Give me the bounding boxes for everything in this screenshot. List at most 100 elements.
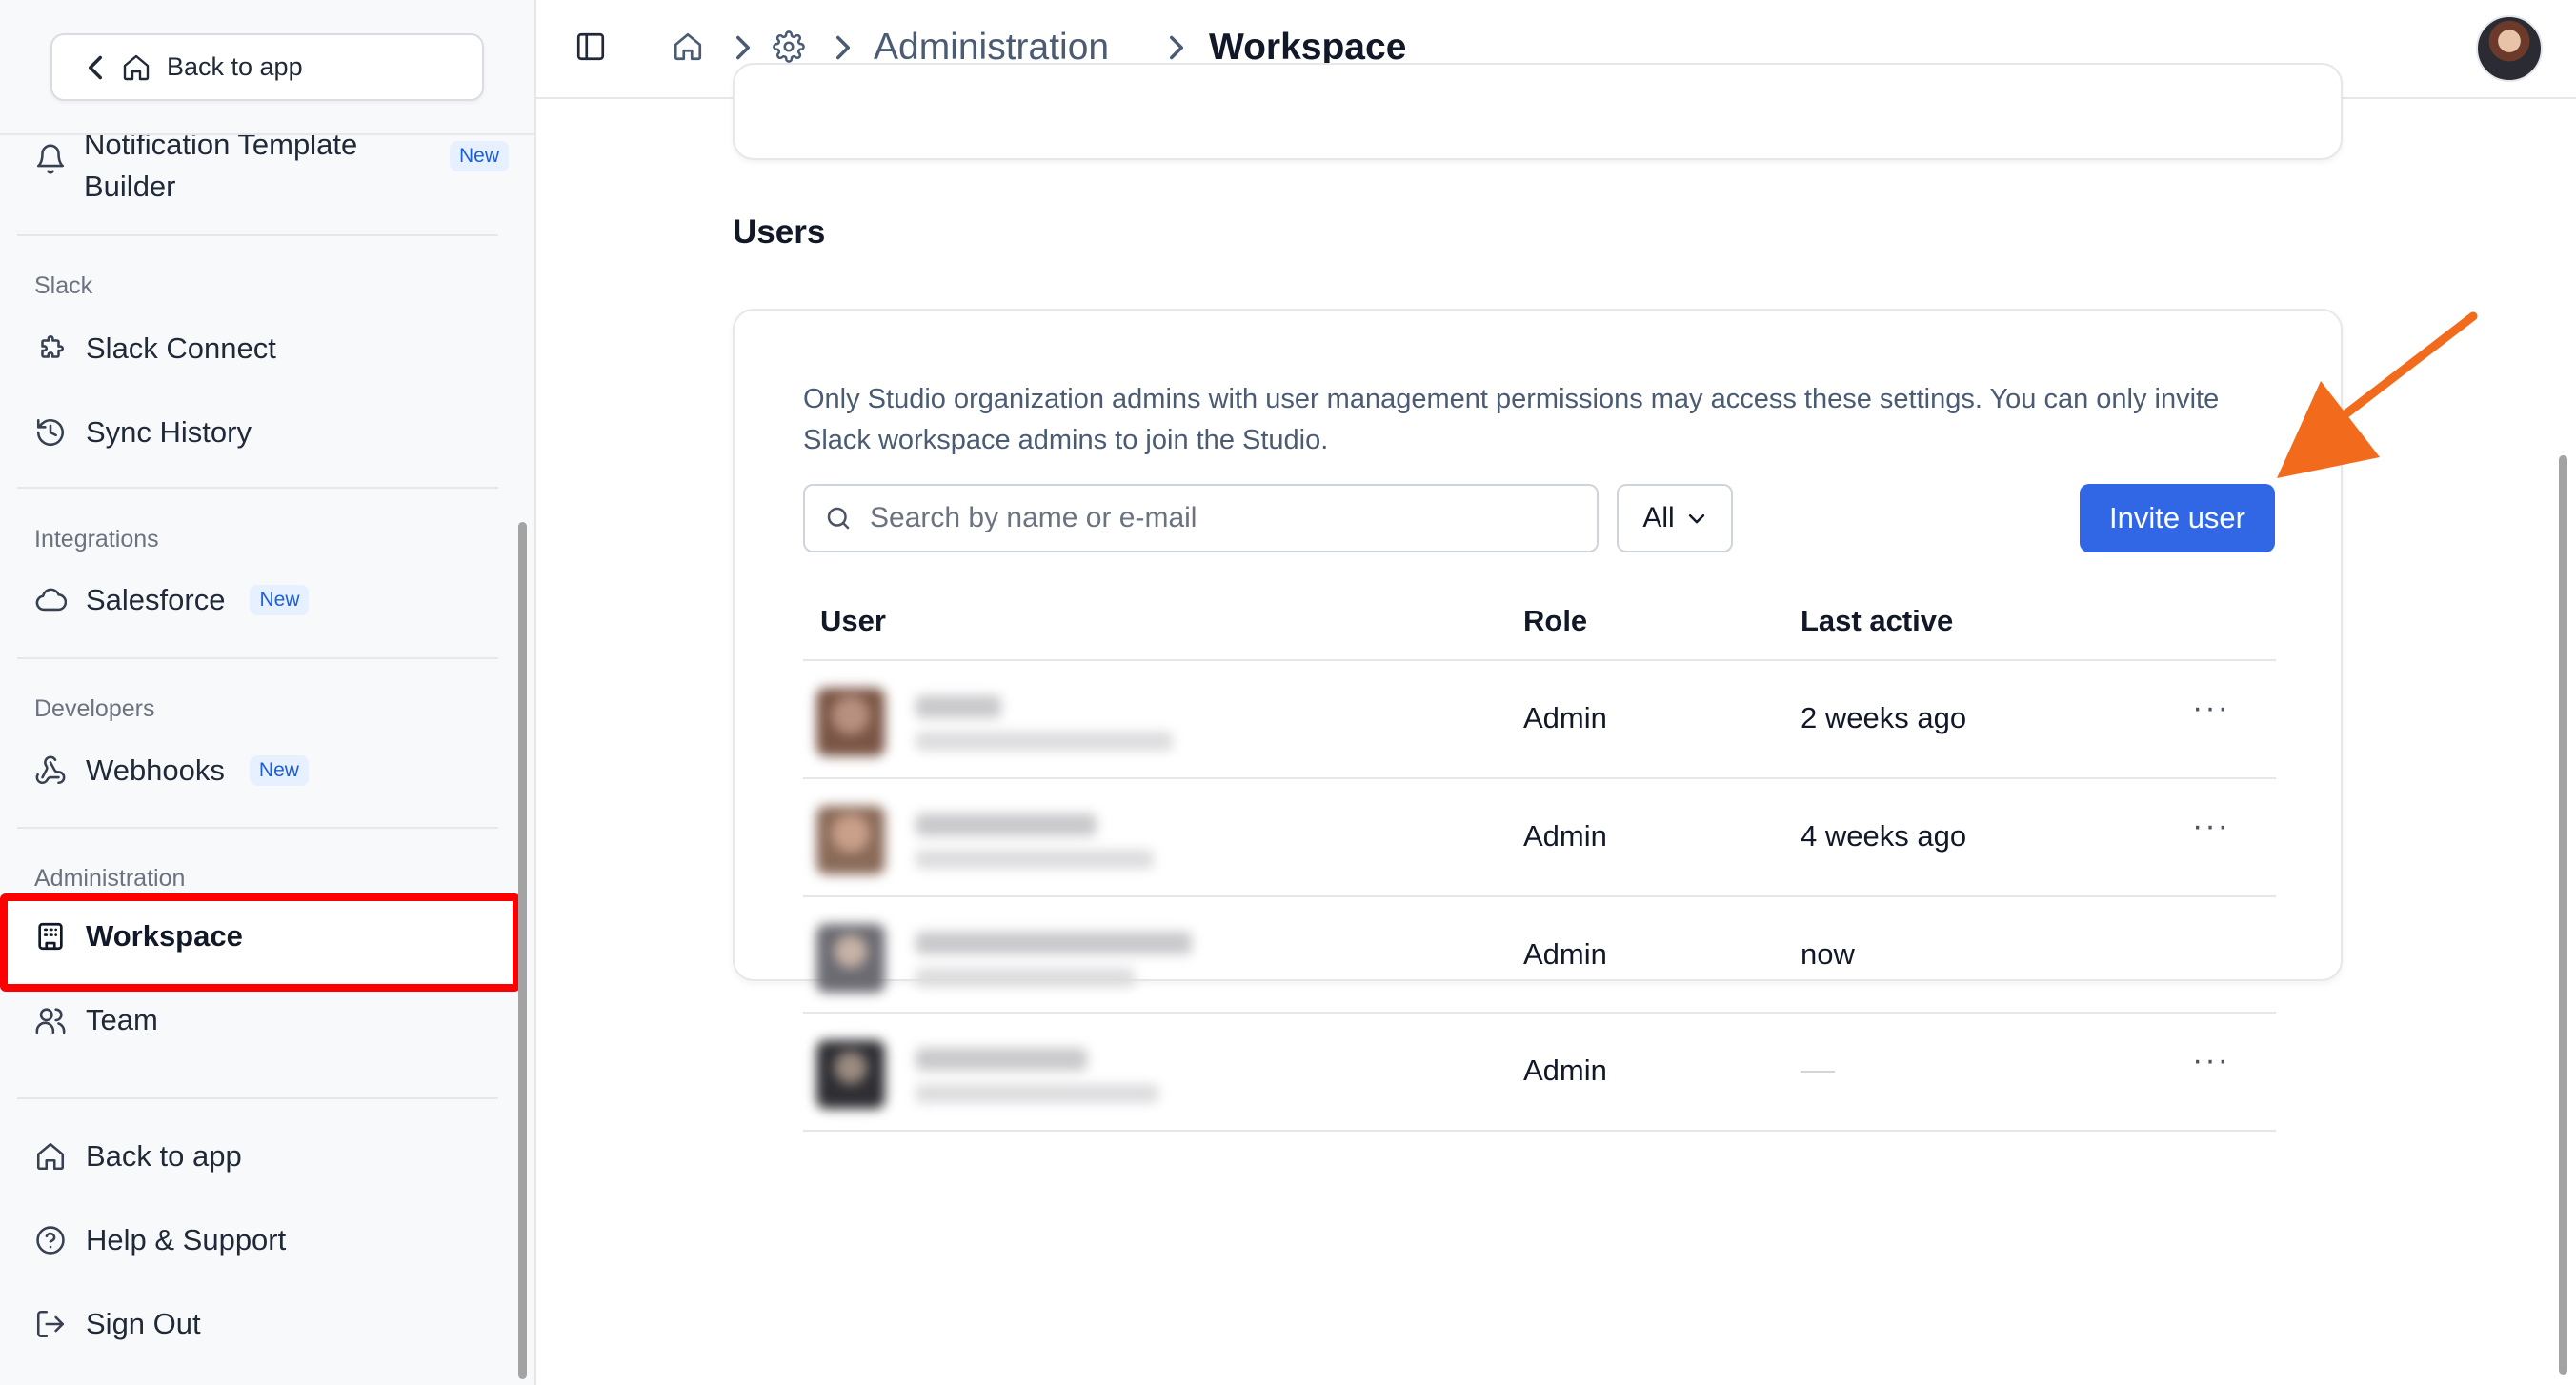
user-last-active: 4 weeks ago <box>1801 819 1967 853</box>
history-icon <box>36 418 65 447</box>
sidebar-item-sign-out[interactable]: Sign Out <box>34 1307 201 1341</box>
section-label-developers: Developers <box>34 695 155 722</box>
main-content: Users Only Studio organization admins wi… <box>536 63 2576 1385</box>
back-to-app-label: Back to app <box>167 52 303 81</box>
divider <box>17 234 498 236</box>
sidebar-item-workspace[interactable]: Workspace <box>34 919 243 953</box>
row-more-menu[interactable]: ··· <box>2192 808 2230 845</box>
column-header-user: User <box>820 604 886 637</box>
main-scrollbar[interactable] <box>2559 455 2567 1375</box>
sidebar-item-back-to-app[interactable]: Back to app <box>34 1139 242 1174</box>
sidebar-item-label: Help & Support <box>86 1223 287 1256</box>
chevron-right-icon <box>736 35 750 60</box>
section-label-administration: Administration <box>34 865 186 892</box>
sidebar-item-label: Workspace <box>86 919 243 953</box>
user-role: Admin <box>1523 1054 1607 1087</box>
user-role: Admin <box>1523 701 1607 734</box>
sidebar-item-sync-history[interactable]: Sync History <box>34 415 252 450</box>
help-circle-icon <box>36 1226 65 1255</box>
sidebar-item-slack-connect[interactable]: Slack Connect <box>34 331 276 366</box>
divider <box>17 1097 498 1099</box>
user-avatar-blurred <box>816 688 885 756</box>
row-more-menu[interactable]: ··· <box>2192 1042 2230 1079</box>
chevron-down-icon <box>1688 514 1704 524</box>
divider <box>17 487 498 489</box>
cloud-icon <box>35 588 67 612</box>
building-icon <box>38 922 63 951</box>
filter-selected-value: All <box>1642 502 1675 533</box>
user-last-active: 2 weeks ago <box>1801 701 1967 734</box>
user-avatar-blurred <box>816 806 885 874</box>
users-card: Only Studio organization admins with use… <box>733 309 2343 1132</box>
bell-icon <box>36 144 65 174</box>
gear-icon[interactable] <box>773 30 805 63</box>
users-icon <box>35 1008 66 1034</box>
sidebar-toggle-icon[interactable] <box>574 30 607 63</box>
row-more-menu[interactable]: ··· <box>2192 690 2230 727</box>
sidebar-item-help-support[interactable]: Help & Support <box>34 1223 286 1257</box>
invite-user-button[interactable]: Invite user <box>2080 484 2275 552</box>
user-last-active: now <box>1801 937 1855 971</box>
section-title-users: Users <box>733 213 826 251</box>
role-filter-select[interactable]: All <box>1617 484 1733 552</box>
user-avatar-blurred <box>816 924 885 993</box>
sidebar: Notification Template Builder New Slack … <box>0 0 536 1385</box>
sidebar-scrollbar[interactable] <box>518 522 527 1379</box>
sidebar-item-team[interactable]: Team <box>34 1003 158 1037</box>
new-badge: New <box>249 755 309 786</box>
sidebar-item-salesforce[interactable]: Salesforce New <box>34 583 310 617</box>
column-header-last-active: Last active <box>1801 604 1954 637</box>
home-icon[interactable] <box>672 30 704 63</box>
user-avatar[interactable] <box>2476 15 2543 82</box>
table-row[interactable]: Admin 2 weeks ago ··· <box>803 661 2276 777</box>
sidebar-item-label: Team <box>86 1003 158 1036</box>
chevron-right-icon <box>836 35 850 60</box>
column-header-role: Role <box>1523 604 1588 637</box>
home-icon <box>36 1142 65 1171</box>
users-info-text: Only Studio organization admins with use… <box>803 384 2220 455</box>
back-to-app-button[interactable]: Back to app <box>50 33 484 101</box>
sidebar-item-label: Slack Connect <box>86 331 276 365</box>
previous-section-card <box>733 63 2343 160</box>
arrow-annotation-icon <box>2277 311 2478 478</box>
new-badge: New <box>250 585 310 615</box>
home-icon <box>123 54 150 80</box>
user-role: Admin <box>1523 937 1607 971</box>
sidebar-item-label: Back to app <box>86 1139 242 1173</box>
user-name-blurred <box>916 695 1001 718</box>
sidebar-item-notification-template-builder[interactable]: Notification Template Builder New <box>34 124 510 203</box>
user-name-blurred <box>916 932 1192 954</box>
user-name-blurred <box>916 1048 1087 1071</box>
table-row[interactable]: Admin 4 weeks ago ··· <box>803 779 2276 895</box>
search-input[interactable] <box>870 502 1594 534</box>
user-email-blurred <box>916 968 1135 987</box>
sidebar-item-label: Salesforce <box>86 583 226 616</box>
search-box[interactable] <box>803 484 1599 552</box>
table-row[interactable]: Admin now <box>803 897 2276 1014</box>
sidebar-item-label: Sync History <box>86 415 252 449</box>
chevron-right-icon <box>1170 35 1183 60</box>
user-last-active-empty <box>1801 1071 1835 1073</box>
sidebar-header: Back to app <box>0 0 534 135</box>
divider <box>17 827 498 829</box>
user-avatar-blurred <box>816 1040 885 1109</box>
new-badge: New <box>450 141 510 171</box>
sidebar-item-webhooks[interactable]: Webhooks New <box>34 753 309 788</box>
table-divider <box>803 1130 2276 1132</box>
section-label-slack: Slack <box>34 272 93 299</box>
user-role: Admin <box>1523 819 1607 853</box>
divider <box>17 657 498 659</box>
user-email-blurred <box>916 732 1173 751</box>
table-row[interactable]: Admin ··· <box>803 1014 2276 1130</box>
user-email-blurred <box>916 850 1154 869</box>
webhook-icon <box>35 755 66 785</box>
sidebar-item-label: Webhooks <box>86 753 225 787</box>
search-icon <box>827 507 850 530</box>
sign-out-icon <box>36 1310 65 1338</box>
sidebar-item-label: Sign Out <box>86 1307 201 1340</box>
section-label-integrations: Integrations <box>34 526 159 552</box>
user-name-blurred <box>916 813 1097 836</box>
sidebar-nav: Notification Template Builder New Slack … <box>0 0 534 1385</box>
puzzle-icon <box>41 334 65 358</box>
sidebar-item-label: Notification Template Builder <box>84 128 358 203</box>
